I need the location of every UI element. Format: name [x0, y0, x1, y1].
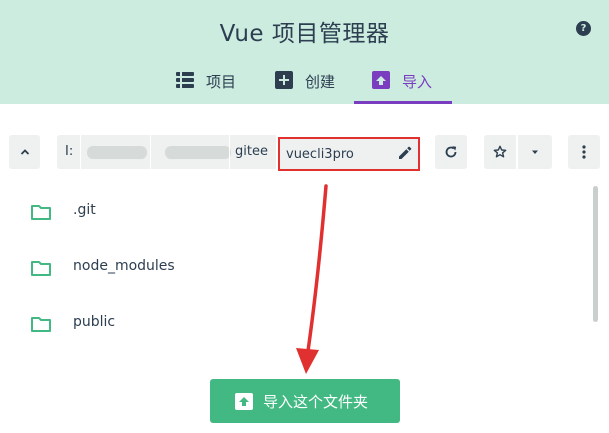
tab-label: 项目	[206, 73, 237, 91]
breadcrumb-divider	[150, 135, 151, 169]
import-icon	[372, 71, 390, 89]
pencil-icon[interactable]	[397, 145, 413, 161]
app-header: Vue 项目管理器 ? 项目 创建 导入	[0, 0, 609, 104]
caret-down-icon	[532, 150, 538, 154]
breadcrumb-divider	[229, 135, 230, 169]
list-item[interactable]: .git	[0, 192, 590, 232]
chevron-up-icon	[20, 149, 29, 155]
star-icon	[493, 145, 507, 158]
breadcrumb-segment-blurred[interactable]	[87, 146, 147, 159]
breadcrumb-segment[interactable]: gitee	[235, 135, 268, 169]
scrollbar[interactable]	[593, 186, 598, 322]
active-tab-indicator	[354, 101, 452, 104]
tab-label: 创建	[305, 73, 336, 91]
folder-icon	[31, 205, 51, 220]
help-icon[interactable]: ?	[576, 21, 591, 36]
breadcrumb-segment-blurred[interactable]	[165, 146, 231, 159]
tab-import[interactable]: 导入	[372, 68, 432, 104]
tab-projects[interactable]: 项目	[176, 68, 236, 104]
plus-icon	[275, 71, 293, 89]
file-name: public	[73, 314, 116, 330]
import-folder-label: 导入这个文件夹	[263, 393, 369, 411]
refresh-button[interactable]	[435, 135, 467, 169]
folder-name-field[interactable]	[278, 137, 420, 171]
breadcrumb: I: gitee	[57, 135, 276, 169]
tab-create[interactable]: 创建	[275, 68, 335, 104]
favorite-button[interactable]	[484, 135, 516, 169]
parent-folder-button[interactable]	[9, 135, 40, 169]
file-name: .git	[73, 202, 96, 218]
tab-label: 导入	[402, 73, 433, 91]
breadcrumb-divider	[80, 135, 81, 169]
file-name: node_modules	[73, 258, 175, 274]
more-options-button[interactable]	[568, 135, 600, 169]
list-item[interactable]: node_modules	[0, 248, 590, 288]
app-title: Vue 项目管理器	[219, 21, 390, 47]
import-folder-button[interactable]: 导入这个文件夹	[210, 379, 400, 423]
folder-icon	[31, 317, 51, 332]
import-icon	[235, 393, 253, 410]
more-vertical-icon	[582, 145, 586, 159]
refresh-icon	[445, 146, 457, 158]
breadcrumb-drive[interactable]: I:	[65, 135, 73, 169]
favorites-dropdown-button[interactable]	[518, 135, 552, 169]
folder-icon	[31, 261, 51, 276]
folder-name-input[interactable]	[286, 139, 386, 169]
list-icon	[176, 71, 194, 89]
list-item[interactable]: public	[0, 304, 590, 344]
